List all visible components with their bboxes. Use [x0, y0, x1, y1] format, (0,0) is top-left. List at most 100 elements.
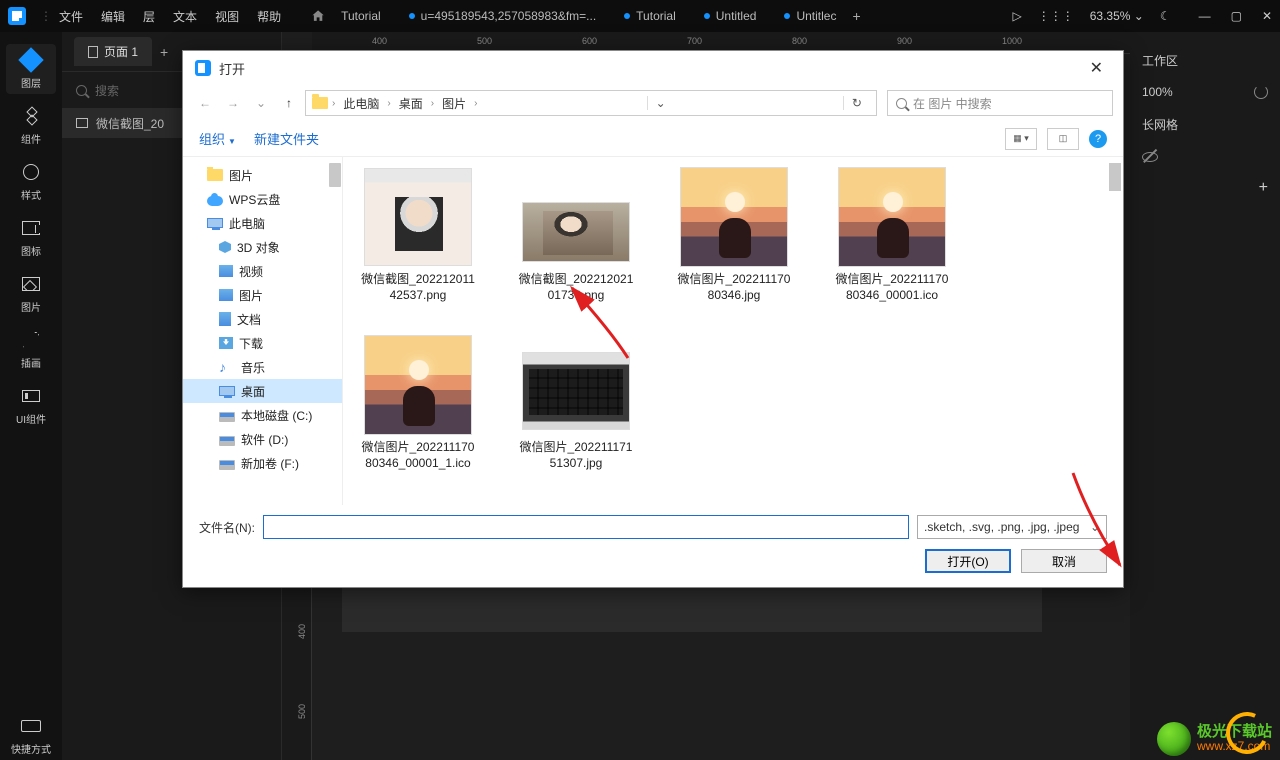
file-item[interactable]: 微信图片_20221117080346_00001.ico — [833, 167, 951, 303]
tree-item[interactable]: 此电脑 — [183, 211, 342, 235]
tab-untitled-1[interactable]: Untitled — [692, 9, 769, 23]
file-item[interactable]: 微信截图_20221201142537.png — [359, 167, 477, 303]
tree-label: 音乐 — [241, 359, 265, 376]
home-icon[interactable] — [311, 9, 325, 23]
tool-ui-kits[interactable]: UI组件 — [6, 380, 56, 430]
dialog-toolbar: 组织▼ 新建文件夹 ▦ ▾ ◫ ? — [183, 121, 1123, 157]
crumb-pc[interactable]: 此电脑 — [339, 95, 383, 112]
file-name: 微信截图_20221202101736.png — [517, 271, 635, 303]
play-icon[interactable]: ▷ — [1013, 9, 1022, 23]
tab-untitled-2[interactable]: Untitlec — [772, 9, 848, 23]
visibility-off-icon[interactable] — [1142, 148, 1158, 164]
nav-up-icon[interactable]: ↑ — [277, 91, 301, 115]
components-icon — [23, 108, 39, 124]
new-folder-button[interactable]: 新建文件夹 — [254, 129, 319, 148]
organize-button[interactable]: 组织▼ — [199, 129, 236, 148]
file-type-filter[interactable]: .sketch, .svg, .png, .jpg, .jpeg — [917, 515, 1107, 539]
ui-icon — [22, 390, 40, 402]
apps-icon[interactable]: ⋮⋮⋮ — [1038, 9, 1074, 23]
theme-icon[interactable]: ☾ — [1160, 9, 1171, 23]
dialog-close-icon[interactable]: ✕ — [1082, 54, 1111, 82]
app-topbar: ⋮ 文件 编辑 层 文本 视图 帮助 Tutorial u=495189543,… — [0, 0, 1280, 32]
file-item[interactable]: 微信图片_20221117151307.jpg — [517, 335, 635, 471]
tree-item[interactable]: 本地磁盘 (C:) — [183, 403, 342, 427]
crumb-desktop[interactable]: 桌面 — [395, 95, 427, 112]
file-name: 微信图片_20221117080346.jpg — [675, 271, 793, 303]
menu-help[interactable]: 帮助 — [257, 8, 281, 25]
tree-item[interactable]: ♪音乐 — [183, 355, 342, 379]
tree-item[interactable]: 桌面 — [183, 379, 342, 403]
tool-icons[interactable]: 图标 — [6, 212, 56, 262]
help-icon[interactable]: ? — [1089, 130, 1107, 148]
keyboard-icon — [21, 720, 41, 732]
menu-text[interactable]: 文本 — [173, 8, 197, 25]
tree-item[interactable]: 文档 — [183, 307, 342, 331]
tree-label: 文档 — [237, 311, 261, 328]
cancel-button[interactable]: 取消 — [1021, 549, 1107, 573]
add-icon[interactable]: + — [1259, 179, 1268, 197]
add-page-icon[interactable]: + — [160, 44, 168, 60]
nav-forward-icon: → — [221, 91, 245, 115]
tree-item[interactable]: 软件 (D:) — [183, 427, 342, 451]
page-icon — [88, 46, 98, 58]
tab-tutorial-2[interactable]: Tutorial — [612, 9, 688, 23]
tool-components[interactable]: 组件 — [6, 100, 56, 150]
tab-image[interactable]: u=495189543,257058983&fm=... — [397, 9, 609, 23]
refresh-icon[interactable] — [1254, 85, 1268, 99]
nav-back-icon[interactable]: ← — [193, 91, 217, 115]
tool-shortcuts[interactable]: 快捷方式 — [6, 710, 56, 760]
dialog-search[interactable]: 在 图片 中搜索 — [887, 90, 1113, 116]
tree-item[interactable]: 图片 — [183, 283, 342, 307]
close-icon[interactable]: ✕ — [1262, 9, 1272, 23]
add-tab-icon[interactable]: + — [852, 8, 860, 24]
menu-edit[interactable]: 编辑 — [101, 8, 125, 25]
open-button[interactable]: 打开(O) — [925, 549, 1011, 573]
menu-view[interactable]: 视图 — [215, 8, 239, 25]
page-tab-1[interactable]: 页面 1 — [74, 37, 152, 66]
breadcrumb[interactable]: › 此电脑› 桌面› 图片› ⌄ ↻ — [305, 90, 877, 116]
tool-layers[interactable]: 图层 — [6, 44, 56, 94]
view-mode-button[interactable]: ▦ ▾ — [1005, 128, 1037, 150]
path-refresh-icon[interactable]: ↻ — [843, 96, 870, 110]
folder-icon — [312, 97, 328, 109]
tool-styles[interactable]: 样式 — [6, 156, 56, 206]
folder-tree[interactable]: 图片WPS云盘此电脑3D 对象视频图片文档下载♪音乐桌面本地磁盘 (C:)软件 … — [183, 157, 343, 505]
file-item[interactable]: 微信图片_20221117080346.jpg — [675, 167, 793, 303]
zoom-level[interactable]: 63.35% ⌄ — [1090, 9, 1144, 23]
tool-illustrations[interactable]: 插画 — [6, 324, 56, 374]
zoom-pct[interactable]: 100% — [1142, 85, 1173, 99]
tree-icon — [219, 460, 235, 470]
tab-tutorial-1[interactable]: Tutorial — [329, 9, 393, 23]
search-icon — [896, 98, 907, 109]
tree-label: 桌面 — [241, 383, 265, 400]
path-dropdown-icon[interactable]: ⌄ — [647, 96, 674, 110]
tree-item[interactable]: 下载 — [183, 331, 342, 355]
nav-recent-icon[interactable]: ⌄ — [249, 91, 273, 115]
tree-icon — [219, 265, 233, 277]
maximize-icon[interactable]: ▢ — [1231, 9, 1242, 23]
file-grid[interactable]: 微信截图_20221201142537.png 微信截图_202212021017… — [343, 157, 1123, 505]
tree-item[interactable]: WPS云盘 — [183, 187, 342, 211]
filename-input[interactable] — [263, 515, 909, 539]
tree-item[interactable]: 新加卷 (F:) — [183, 451, 342, 475]
tree-icon — [219, 436, 235, 446]
tree-item[interactable]: 3D 对象 — [183, 235, 342, 259]
crumb-pictures[interactable]: 图片 — [438, 95, 470, 112]
layer-image-icon — [76, 118, 88, 128]
file-name: 微信图片_20221117080346_00001.ico — [833, 271, 951, 303]
tree-label: 图片 — [229, 167, 253, 184]
minimize-icon[interactable]: — — [1199, 9, 1211, 23]
layers-icon — [18, 47, 43, 72]
file-item[interactable]: 微信图片_20221117080346_00001_1.ico — [359, 335, 477, 471]
tree-item[interactable]: 图片 — [183, 163, 342, 187]
tree-item[interactable]: 视频 — [183, 259, 342, 283]
menu-file[interactable]: 文件 — [59, 8, 83, 25]
menu-layer[interactable]: 层 — [143, 8, 155, 25]
separator: ⋮ — [40, 14, 45, 19]
file-item[interactable]: 微信截图_20221202101736.png — [517, 167, 635, 303]
tool-images[interactable]: 图片 — [6, 268, 56, 318]
tree-label: 3D 对象 — [237, 239, 280, 256]
tree-icon — [219, 289, 233, 301]
workspace-label: 工作区 — [1142, 52, 1178, 69]
preview-pane-button[interactable]: ◫ — [1047, 128, 1079, 150]
